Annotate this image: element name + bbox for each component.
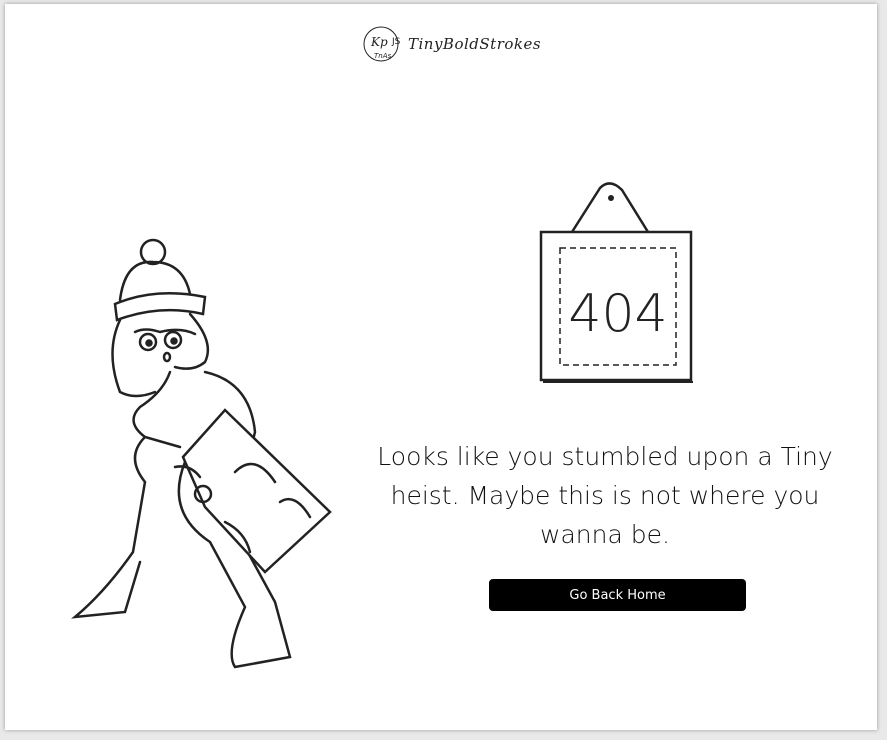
page: Kp JS TnAs TinyBoldStrokes 404 Looks lik…	[5, 4, 877, 730]
svg-text:Kp: Kp	[370, 35, 388, 49]
404-text: 404	[568, 284, 667, 344]
error-message: Looks like you stumbled upon a Tiny heis…	[377, 442, 833, 549]
svg-text:JS: JS	[391, 37, 401, 47]
thief-girl-illustration	[71, 238, 332, 669]
brand-name: TinyBoldStrokes	[408, 35, 542, 53]
brand-logo[interactable]: Kp JS TnAs TinyBoldStrokes	[362, 24, 541, 64]
logo-monogram-icon: Kp JS TnAs	[363, 26, 401, 62]
404-sign-illustration: 404	[539, 182, 693, 383]
svg-text:TnAs: TnAs	[374, 52, 392, 60]
go-back-home-button[interactable]: Go Back Home	[489, 579, 746, 611]
